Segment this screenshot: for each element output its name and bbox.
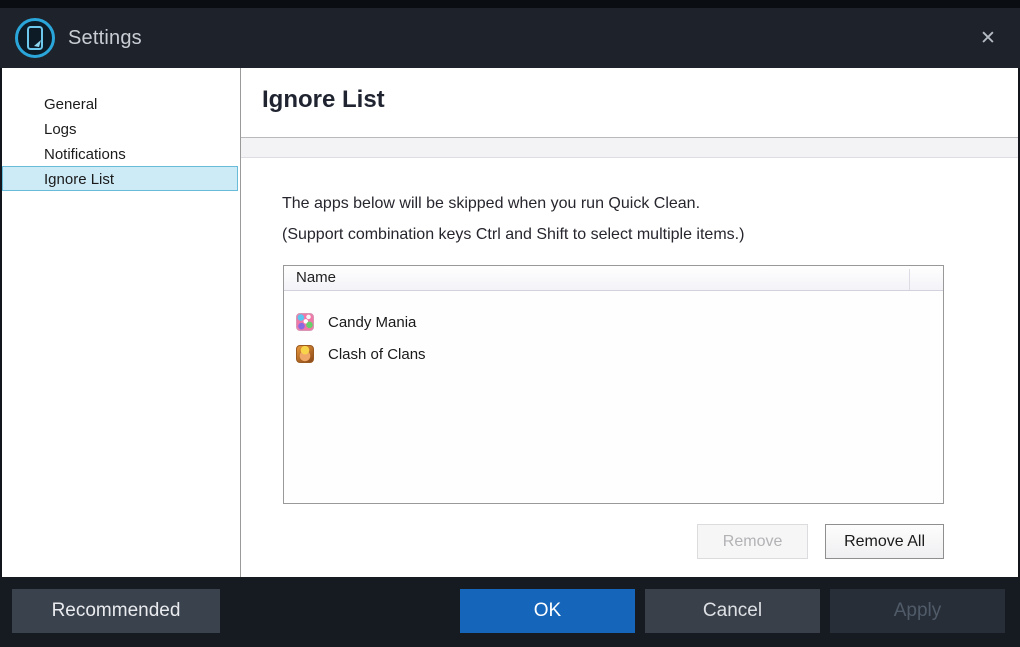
remove-all-button[interactable]: Remove All (825, 524, 944, 559)
page-title: Ignore List (262, 86, 385, 114)
recommended-button[interactable]: Recommended (12, 589, 220, 633)
ignore-list[interactable]: Name Candy Mania Clash of Clans (283, 265, 944, 504)
sidebar-item-ignore-list[interactable]: Ignore List (2, 166, 238, 191)
list-item[interactable]: Candy Mania (284, 306, 943, 338)
window-top-border (0, 0, 1020, 8)
dialog-body: General Logs Notifications Ignore List I… (0, 68, 1020, 577)
list-column-header[interactable]: Name (284, 266, 943, 291)
content-panel: Ignore List The apps below will be skipp… (241, 68, 1018, 577)
dialog-action-buttons: OK Cancel Apply (460, 589, 1005, 633)
sidebar-item-general[interactable]: General (2, 91, 238, 116)
list-item[interactable]: Clash of Clans (284, 338, 943, 370)
sidebar-item-notifications[interactable]: Notifications (2, 141, 238, 166)
candy-mania-app-icon (296, 313, 314, 331)
heading-sub-band (241, 138, 1018, 158)
list-item-label: Clash of Clans (328, 346, 426, 363)
list-actions: Remove Remove All (283, 524, 944, 559)
cancel-button[interactable]: Cancel (645, 589, 820, 633)
footer-bar: Recommended OK Cancel Apply (0, 577, 1020, 647)
window-title: Settings (68, 27, 142, 50)
list-item-label: Candy Mania (328, 314, 416, 331)
sidebar: General Logs Notifications Ignore List (2, 68, 241, 577)
sidebar-item-logs[interactable]: Logs (2, 116, 238, 141)
ok-button[interactable]: OK (460, 589, 635, 633)
titlebar[interactable]: Settings ✕ (0, 8, 1020, 68)
close-icon[interactable]: ✕ (972, 22, 1004, 54)
settings-window: Settings ✕ General Logs Notifications Ig… (0, 0, 1020, 647)
description-line-1: The apps below will be skipped when you … (282, 188, 744, 219)
list-rows: Candy Mania Clash of Clans (284, 291, 943, 370)
app-logo-icon (13, 16, 57, 60)
clash-of-clans-app-icon (296, 345, 314, 363)
description-line-2: (Support combination keys Ctrl and Shift… (282, 219, 744, 250)
apply-button[interactable]: Apply (830, 589, 1005, 633)
column-header-name: Name (296, 269, 336, 286)
description-text: The apps below will be skipped when you … (282, 188, 744, 250)
remove-button[interactable]: Remove (697, 524, 808, 559)
